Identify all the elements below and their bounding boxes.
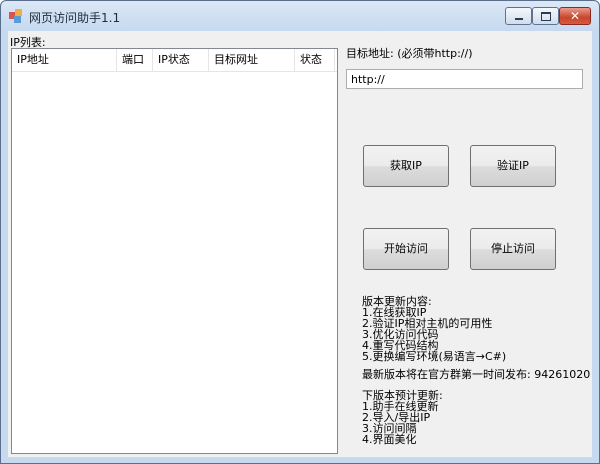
verify-ip-button[interactable]: 验证IP xyxy=(470,145,556,187)
changelog: 版本更新内容: 1.在线获取IP 2.验证IP相对主机的可用性 3.优化访问代码… xyxy=(362,296,506,362)
app-window: 网页访问助手1.1 ✕ IP列表: IP地址 端口 IP状态 目标网址 状态 目… xyxy=(0,0,600,464)
ip-list-view[interactable]: IP地址 端口 IP状态 目标网址 状态 xyxy=(11,48,338,454)
maximize-icon xyxy=(541,12,551,21)
minimize-button[interactable] xyxy=(505,7,532,25)
changelog-item: 5.更换编写环境(易语言→C#) xyxy=(362,350,507,363)
column-header-target-url[interactable]: 目标网址 xyxy=(209,49,295,71)
minimize-icon xyxy=(515,18,523,20)
maximize-button[interactable] xyxy=(532,7,559,25)
get-ip-button[interactable]: 获取IP xyxy=(363,145,449,187)
app-icon xyxy=(9,9,22,23)
next-version-notes: 下版本预计更新: 1.助手在线更新 2.导入/导出IP 3.访问间隔 4.界面美… xyxy=(362,390,443,445)
close-icon: ✕ xyxy=(569,9,581,23)
close-button[interactable]: ✕ xyxy=(559,7,591,25)
window-title: 网页访问助手1.1 xyxy=(29,11,121,25)
target-url-input[interactable] xyxy=(346,69,583,89)
client-area: IP列表: IP地址 端口 IP状态 目标网址 状态 目标地址: (必须带htt… xyxy=(8,31,592,457)
start-visit-button[interactable]: 开始访问 xyxy=(363,228,449,270)
release-note: 最新版本将在官方群第一时间发布: 94261020 xyxy=(362,369,590,380)
column-header-status[interactable]: 状态 xyxy=(295,49,335,71)
target-address-label: 目标地址: (必须带http://) xyxy=(346,47,473,60)
next-version-item: 4.界面美化 xyxy=(362,433,417,446)
list-header: IP地址 端口 IP状态 目标网址 状态 xyxy=(12,49,337,72)
title-bar[interactable]: 网页访问助手1.1 ✕ xyxy=(1,1,599,31)
column-header-ip-status[interactable]: IP状态 xyxy=(153,49,209,71)
column-header-ip-address[interactable]: IP地址 xyxy=(12,49,117,71)
column-header-port[interactable]: 端口 xyxy=(117,49,153,71)
release-note-text: 最新版本将在官方群第一时间发布: 94261020 xyxy=(362,368,591,381)
stop-visit-button[interactable]: 停止访问 xyxy=(470,228,556,270)
